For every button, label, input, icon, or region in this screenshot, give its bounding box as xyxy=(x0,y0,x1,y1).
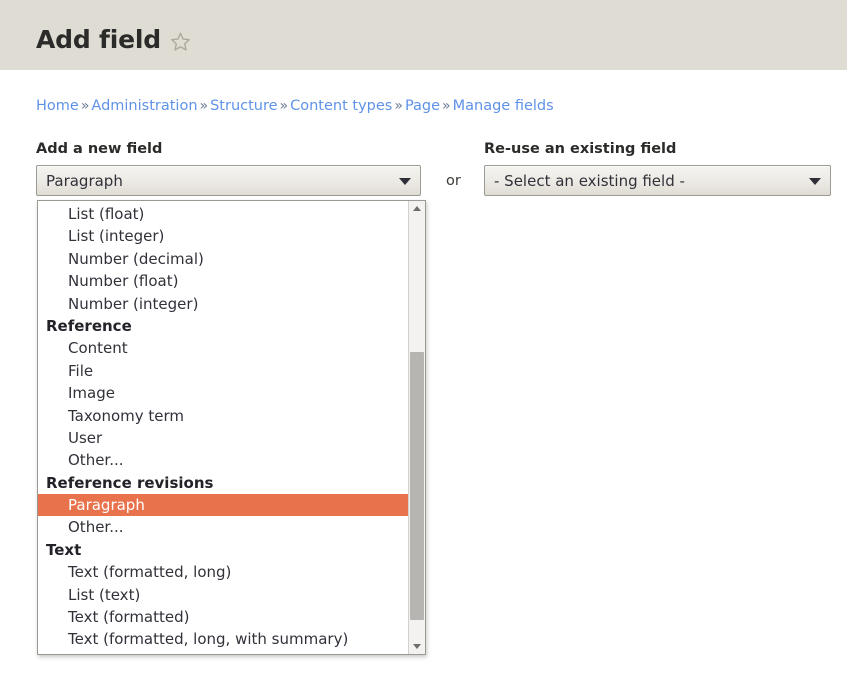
star-outline-icon[interactable] xyxy=(170,31,191,52)
dropdown-option[interactable]: Content xyxy=(38,337,408,359)
dropdown-scrollbar[interactable] xyxy=(408,201,425,654)
new-field-type-value: Paragraph xyxy=(46,171,123,190)
scrollbar-thumb[interactable] xyxy=(410,352,424,620)
new-field-type-select[interactable]: Paragraph xyxy=(36,165,421,196)
reuse-existing-field-group: Re-use an existing field - Select an exi… xyxy=(484,140,831,196)
or-label: or xyxy=(446,173,461,189)
dropdown-option[interactable]: List (integer) xyxy=(38,225,408,247)
breadcrumb-item-manage-fields[interactable]: Manage fields xyxy=(453,98,554,114)
page-header: Add field xyxy=(0,0,847,70)
dropdown-option[interactable]: Taxonomy term xyxy=(38,405,408,427)
breadcrumb-separator: » xyxy=(442,98,451,114)
breadcrumb-separator: » xyxy=(279,98,289,114)
dropdown-option[interactable]: List (float) xyxy=(38,203,408,225)
add-new-field-label: Add a new field xyxy=(36,141,163,157)
breadcrumb-item-administration[interactable]: Administration xyxy=(91,98,197,114)
breadcrumb-separator: » xyxy=(80,98,90,114)
reuse-existing-field-label: Re-use an existing field xyxy=(484,141,677,157)
dropdown-option[interactable]: Image xyxy=(38,382,408,404)
scroll-down-arrow-icon[interactable] xyxy=(409,638,425,654)
dropdown-group-label: Reference xyxy=(46,316,132,335)
breadcrumb: Home» Administration» Structure» Content ty… xyxy=(36,97,554,115)
dropdown-option[interactable]: Text (formatted) xyxy=(38,606,408,628)
breadcrumb-separator: » xyxy=(199,98,209,114)
page-title-row: Add field xyxy=(36,26,191,54)
breadcrumb-item-content-types[interactable]: Content types xyxy=(290,98,392,114)
dropdown-option[interactable]: Number (integer) xyxy=(38,293,408,315)
breadcrumb-separator: » xyxy=(394,98,403,114)
dropdown-option[interactable]: Text (formatted, long, with summary) xyxy=(38,628,408,650)
breadcrumb-item-page[interactable]: Page xyxy=(405,98,440,114)
page-title: Add field xyxy=(36,25,161,54)
add-new-field-group: Add a new field Paragraph xyxy=(36,140,421,196)
dropdown-option-list[interactable]: List (float) List (integer) Number (decima… xyxy=(38,201,408,654)
dropdown-group-label: Reference revisions xyxy=(46,473,214,492)
dropdown-option[interactable]: Text (formatted, long) xyxy=(38,561,408,583)
dropdown-option[interactable]: File xyxy=(38,360,408,382)
dropdown-option[interactable]: Number (decimal) xyxy=(38,248,408,270)
existing-field-value: - Select an existing field - xyxy=(494,171,685,190)
dropdown-option[interactable]: Other... xyxy=(38,449,408,471)
dropdown-group-label: Text xyxy=(46,540,82,559)
breadcrumb-item-structure[interactable]: Structure xyxy=(210,98,277,114)
dropdown-option[interactable]: Number (float) xyxy=(38,270,408,292)
dropdown-option[interactable]: User xyxy=(38,427,408,449)
dropdown-option[interactable]: List (text) xyxy=(38,584,408,606)
field-type-dropdown-popup[interactable]: List (float) List (integer) Number (decima… xyxy=(37,200,426,655)
chevron-down-icon xyxy=(809,177,821,185)
existing-field-select[interactable]: - Select an existing field - xyxy=(484,165,831,196)
dropdown-option[interactable]: Other... xyxy=(38,516,408,538)
dropdown-option[interactable]: Paragraph xyxy=(38,494,408,517)
breadcrumb-item-home[interactable]: Home xyxy=(36,98,79,114)
chevron-down-icon xyxy=(399,177,411,185)
scroll-up-arrow-icon[interactable] xyxy=(409,201,425,217)
